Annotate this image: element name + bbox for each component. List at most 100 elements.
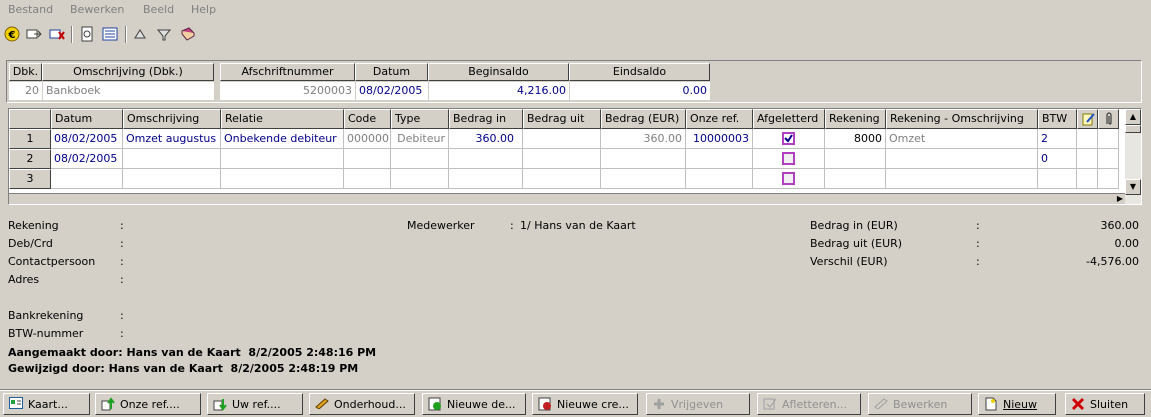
gcol-datum[interactable]: Datum <box>51 109 123 129</box>
euro-icon[interactable]: € <box>3 25 21 43</box>
cell-bedrag-in[interactable] <box>449 149 523 169</box>
gcol-bedrag-eur[interactable]: Bedrag (EUR) <box>601 109 686 129</box>
gcol-rekening-omschrijving[interactable]: Rekening - Omschrijving <box>886 109 1038 129</box>
afschriftnummer-field[interactable]: 5200003 <box>220 82 355 100</box>
row-header[interactable]: 2 <box>9 149 51 169</box>
cell-bedrag-in[interactable]: 360.00 <box>449 129 523 149</box>
gcol-code[interactable]: Code <box>344 109 391 129</box>
afletteren-button[interactable]: Afletteren... <box>757 393 861 415</box>
cell-onze-ref[interactable] <box>686 149 753 169</box>
scroll-thumb[interactable] <box>1125 125 1141 133</box>
row-header[interactable]: 1 <box>9 129 51 149</box>
list-icon[interactable] <box>101 25 119 43</box>
horizontal-scrollbar[interactable] <box>9 193 1125 204</box>
cell-bedrag-eur[interactable] <box>601 169 686 189</box>
cell-omschrijving[interactable]: Omzet augustus <box>123 129 221 149</box>
uw-ref-button[interactable]: Uw ref.... <box>207 393 303 415</box>
cell-bedrag-eur[interactable]: 360.00 <box>601 129 686 149</box>
gcol-relatie[interactable]: Relatie <box>221 109 344 129</box>
afgeletterd-checkbox[interactable] <box>782 131 795 145</box>
cell-btw[interactable] <box>1038 169 1077 189</box>
cell-datum[interactable]: 08/02/2005 <box>51 149 123 169</box>
scroll-right-icon[interactable]: ▶ <box>1115 193 1125 204</box>
gcol-omschrijving[interactable]: Omschrijving <box>123 109 221 129</box>
cell-afgeletterd[interactable] <box>753 129 825 149</box>
cell-type[interactable] <box>391 169 449 189</box>
cell-onze-ref[interactable] <box>686 169 753 189</box>
cell-code[interactable]: 000000 <box>344 129 391 149</box>
cell-rekening[interactable] <box>825 169 886 189</box>
cell-bedrag-eur[interactable] <box>601 149 686 169</box>
menu-help[interactable]: Help <box>191 3 216 16</box>
cell-code[interactable] <box>344 169 391 189</box>
cell-bedrag-in[interactable] <box>449 169 523 189</box>
cell-relatie[interactable] <box>221 169 344 189</box>
filter-icon[interactable] <box>155 25 173 43</box>
menu-bestand[interactable]: Bestand <box>8 3 53 16</box>
cell-omschrijving[interactable] <box>123 169 221 189</box>
cell-omschrijving[interactable] <box>123 149 221 169</box>
cell-rekening[interactable]: 8000 <box>825 129 886 149</box>
cell-type[interactable]: Debiteur <box>391 129 449 149</box>
beginsaldo-field[interactable]: 4,216.00 <box>429 82 569 100</box>
nieuw-button[interactable]: Nieuw <box>978 393 1056 415</box>
vertical-scrollbar[interactable]: ▲ ▼ <box>1125 109 1141 204</box>
cell-datum[interactable]: 08/02/2005 <box>51 129 123 149</box>
cell-datum[interactable] <box>51 169 123 189</box>
cell-onze-ref[interactable]: 10000003 <box>686 129 753 149</box>
delete-icon[interactable] <box>48 25 66 43</box>
row-header[interactable]: 3 <box>9 169 51 189</box>
gcol-type[interactable]: Type <box>391 109 449 129</box>
eindsaldo-field[interactable]: 0.00 <box>570 82 710 100</box>
cell-relatie[interactable] <box>221 149 344 169</box>
cell-rekening-omschrijving[interactable] <box>886 169 1038 189</box>
scroll-up-icon[interactable]: ▲ <box>1125 109 1141 125</box>
import-icon[interactable] <box>25 25 43 43</box>
gcol-bedrag-in[interactable]: Bedrag in <box>449 109 523 129</box>
vrijgeven-button[interactable]: Vrijgeven <box>646 393 750 415</box>
gcol-afgeletterd[interactable]: Afgeletterd <box>753 109 825 129</box>
afgeletterd-checkbox[interactable] <box>782 171 795 185</box>
card-icon <box>8 397 24 411</box>
cell-relatie[interactable]: Onbekende debiteur <box>221 129 344 149</box>
kaart-button[interactable]: Kaart... <box>3 393 90 415</box>
dbk-omschrijving-field[interactable]: Bankboek <box>43 82 214 100</box>
note-icon[interactable] <box>1077 109 1098 129</box>
cell-code[interactable] <box>344 149 391 169</box>
gcol-onze-ref[interactable]: Onze ref. <box>686 109 753 129</box>
cell-btw[interactable]: 2 <box>1038 129 1077 149</box>
afgeletterd-checkbox[interactable] <box>782 151 795 165</box>
cell-bedrag-uit[interactable] <box>523 169 601 189</box>
menu-beeld[interactable]: Beeld <box>143 3 174 16</box>
scroll-down-icon[interactable]: ▼ <box>1125 179 1141 195</box>
gcol-rekening[interactable]: Rekening <box>825 109 886 129</box>
datum-field[interactable]: 08/02/2005 <box>356 82 428 100</box>
menu-bewerken[interactable]: Bewerken <box>70 3 124 16</box>
cell-rekening-omschrijving[interactable]: Omzet <box>886 129 1038 149</box>
onze-ref-button[interactable]: Onze ref.... <box>95 393 201 415</box>
arrow-up-icon[interactable] <box>131 25 149 43</box>
preview-icon[interactable] <box>78 25 96 43</box>
sluiten-button[interactable]: Sluiten <box>1065 393 1145 415</box>
nieuwe-crediteur-button[interactable]: Nieuwe cre... <box>532 393 638 415</box>
grid-corner <box>9 109 51 129</box>
nieuwe-debiteur-button[interactable]: Nieuwe de... <box>422 393 526 415</box>
label-adres: Adres <box>8 273 40 286</box>
onderhoud-button[interactable]: Onderhoud... <box>309 393 415 415</box>
bewerken-button[interactable]: Bewerken <box>868 393 972 415</box>
gcol-btw[interactable]: BTW <box>1038 109 1077 129</box>
new-debtor-icon <box>427 397 443 411</box>
cell-bedrag-uit[interactable] <box>523 129 601 149</box>
gcol-bedrag-uit[interactable]: Bedrag uit <box>523 109 601 129</box>
cell-rekening-omschrijving[interactable] <box>886 149 1038 169</box>
cell-afgeletterd[interactable] <box>753 149 825 169</box>
col-dbk: Dbk. <box>9 63 42 81</box>
cell-type[interactable] <box>391 149 449 169</box>
cell-afgeletterd[interactable] <box>753 169 825 189</box>
cell-rekening[interactable] <box>825 149 886 169</box>
attachment-icon[interactable] <box>1098 109 1119 129</box>
dbk-field[interactable]: 20 <box>9 82 42 100</box>
cell-btw[interactable]: 0 <box>1038 149 1077 169</box>
cell-bedrag-uit[interactable] <box>523 149 601 169</box>
book-icon[interactable] <box>179 25 197 43</box>
